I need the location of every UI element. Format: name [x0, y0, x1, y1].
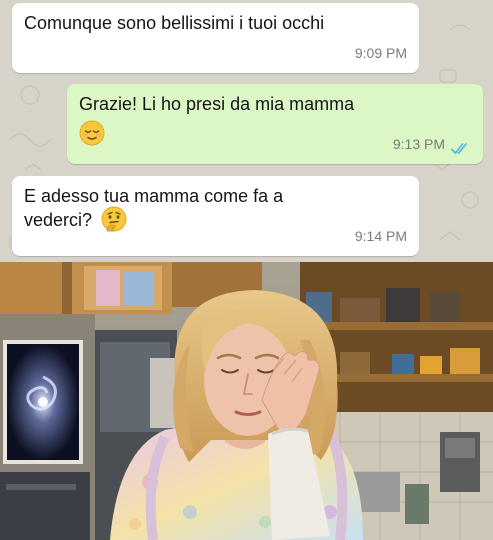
- relieved-face-emoji: [79, 120, 105, 146]
- message-time: 9:13 PM: [392, 136, 445, 152]
- message-bubble-incoming[interactable]: E adesso tua mamma come fa a vederci? 9:…: [12, 176, 419, 256]
- message-time: 9:14 PM: [354, 228, 407, 244]
- message-text: Grazie! Li ho presi da mia mamma: [79, 94, 355, 114]
- emoji-container: [79, 120, 105, 146]
- message-bubble-outgoing[interactable]: Grazie! Li ho presi da mia mamma 9:13 PM: [67, 84, 483, 164]
- message-time: 9:09 PM: [354, 45, 407, 61]
- message-text: Comunque sono bellissimi i tuoi occhi: [24, 13, 325, 33]
- message-text-content: E adesso tua mamma come fa a vederci?: [24, 186, 284, 230]
- message-text: E adesso tua mamma come fa a vederci?: [24, 184, 354, 232]
- message-bubble-incoming[interactable]: Comunque sono bellissimi i tuoi occhi 9:…: [12, 3, 419, 73]
- thinking-face-emoji: [101, 206, 127, 232]
- meme-screenshot: Comunque sono bellissimi i tuoi occhi 9:…: [0, 0, 493, 540]
- chat-conversation: Comunque sono bellissimi i tuoi occhi 9:…: [0, 0, 493, 262]
- read-receipt-icon: [451, 143, 467, 155]
- facepalm-reaction-photo: [0, 262, 493, 540]
